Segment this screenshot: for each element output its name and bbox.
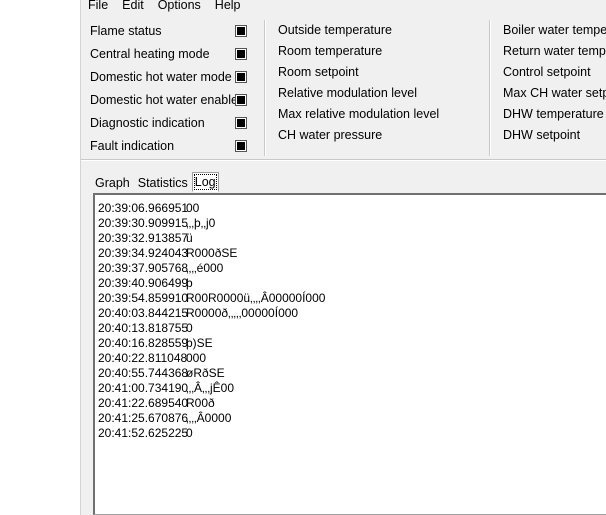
log-message: 0 xyxy=(186,321,193,335)
log-entry: 20:41:00.734190‚‚‚Â‚‚‚jÊ00 xyxy=(98,381,325,396)
tab-statistics-label: Statistics xyxy=(137,176,188,190)
menu-bar: File Edit Options Help xyxy=(81,0,248,13)
return-water-temperature-label: Return water temperature xyxy=(503,44,606,58)
control-setpoint-label: Control setpoint xyxy=(503,65,591,79)
log-timestamp: 20:39:30.909915 xyxy=(98,216,189,230)
fault-indicator xyxy=(235,140,247,152)
menu-help[interactable]: Help xyxy=(208,0,248,13)
log-message: R000ðSE xyxy=(186,246,238,260)
log-timestamp: 20:39:37.905768 xyxy=(98,261,189,275)
log-entry: 20:40:03.844215R0000ð‚‚‚‚‚00000Í000 xyxy=(98,306,325,321)
log-timestamp: 20:39:34.924043 xyxy=(98,246,189,260)
log-message: R0000ð‚‚‚‚‚00000Í000 xyxy=(186,306,299,320)
log-message: ‚‚‚‚é000 xyxy=(186,261,224,275)
flame-status-indicator xyxy=(235,25,247,37)
log-timestamp: 20:39:06.966951 xyxy=(98,201,189,215)
dhw-mode-indicator xyxy=(235,71,247,83)
log-timestamp: 20:39:54.859910 xyxy=(98,291,189,305)
log-message: øRðSE xyxy=(186,366,225,380)
log-entry: 20:39:54.859910R00R0000ü‚‚‚‚Â00000Í000 xyxy=(98,291,325,306)
log-message: þ xyxy=(186,276,193,290)
tab-graph[interactable]: Graph xyxy=(91,173,134,192)
log-timestamp: 20:40:55.744368 xyxy=(98,366,189,380)
desktop-background xyxy=(0,0,80,515)
central-heating-indicator xyxy=(235,48,247,60)
flag-diagnostic-label: Diagnostic indication xyxy=(90,116,205,130)
dhw-enable-indicator xyxy=(235,94,247,106)
tab-statistics[interactable]: Statistics xyxy=(134,173,192,192)
diagnostic-indicator xyxy=(235,117,247,129)
log-entry: 20:39:37.905768‚‚‚‚é000 xyxy=(98,261,325,276)
log-entry: 20:41:25.670876‚‚‚‚Â0000 xyxy=(98,411,325,426)
log-entry: 20:39:06.96695100 xyxy=(98,201,325,216)
log-timestamp: 20:41:52.625225 xyxy=(98,426,189,440)
tab-log-label: Log xyxy=(193,174,217,190)
log-message: ü xyxy=(186,231,193,245)
log-entry: 20:41:22.689540R00ð xyxy=(98,396,325,411)
flag-central-heating-label: Central heating mode xyxy=(90,47,210,61)
flag-flame-status-label: Flame status xyxy=(90,24,162,38)
log-entry: 20:39:34.924043R000ðSE xyxy=(98,246,325,261)
flag-dhw-mode-label: Domestic hot water mode xyxy=(90,70,232,84)
log-message: ‚‚‚Â‚‚‚jÊ00 xyxy=(186,381,235,395)
log-message: ‚‚‚‚Â0000 xyxy=(186,411,232,425)
tab-log[interactable]: Log xyxy=(191,172,219,192)
log-message: 0 xyxy=(186,426,193,440)
log-entry: 20:39:32.913857ü xyxy=(98,231,325,246)
readings-panel-1: Outside temperature Room temperature Roo… xyxy=(278,16,488,160)
tab-graph-label: Graph xyxy=(95,176,130,190)
menu-file[interactable]: File xyxy=(81,0,115,13)
relative-modulation-label: Relative modulation level xyxy=(278,86,417,100)
dhw-setpoint-label: DHW setpoint xyxy=(503,128,581,142)
log-message: 000 xyxy=(186,351,207,365)
log-entry: 20:40:22.811048000 xyxy=(98,351,325,366)
status-area: Flame status Central heating mode Domest… xyxy=(81,16,606,160)
flag-dhw-enable-label: Domestic hot water enable xyxy=(90,93,238,107)
menu-edit[interactable]: Edit xyxy=(115,0,151,13)
log-timestamp: 20:40:16.828559 xyxy=(98,336,189,350)
horizontal-separator xyxy=(81,159,606,161)
ch-water-pressure-label: CH water pressure xyxy=(278,128,383,142)
log-entry: 20:41:52.6252250 xyxy=(98,426,325,441)
flag-fault-label: Fault indication xyxy=(90,139,175,153)
readings-panel-2: Boiler water temperature Return water te… xyxy=(503,16,606,160)
log-timestamp: 20:40:03.844215 xyxy=(98,306,189,320)
status-flags-panel: Flame status Central heating mode Domest… xyxy=(81,16,261,160)
room-setpoint-label: Room setpoint xyxy=(278,65,359,79)
log-entry: 20:40:55.744368øRðSE xyxy=(98,366,325,381)
outside-temperature-label: Outside temperature xyxy=(278,23,392,37)
log-timestamp: 20:41:00.734190 xyxy=(98,381,189,395)
boiler-water-temperature-label: Boiler water temperature xyxy=(503,23,606,37)
log-entry: 20:39:40.906499þ xyxy=(98,276,325,291)
log-list: 20:39:06.96695100 20:39:30.909915‚‚‚þ‚‚j0… xyxy=(98,201,325,441)
log-message: R00R0000ü‚‚‚‚Â00000Í000 xyxy=(186,291,326,305)
log-entry: 20:40:16.828559þ)SE xyxy=(98,336,325,351)
log-message: R00ð xyxy=(186,396,215,410)
log-view[interactable]: 20:39:06.96695100 20:39:30.909915‚‚‚þ‚‚j0… xyxy=(93,193,606,515)
dhw-temperature-label: DHW temperature xyxy=(503,107,604,121)
column-separator xyxy=(489,20,491,156)
log-entry: 20:39:30.909915‚‚‚þ‚‚j0 xyxy=(98,216,325,231)
log-message: ‚‚‚þ‚‚j0 xyxy=(186,216,216,230)
column-separator xyxy=(264,20,266,156)
log-timestamp: 20:41:22.689540 xyxy=(98,396,189,410)
log-timestamp: 20:39:32.913857 xyxy=(98,231,189,245)
log-message: 00 xyxy=(186,201,200,215)
log-timestamp: 20:40:22.811048 xyxy=(98,351,188,365)
log-entry: 20:40:13.8187550 xyxy=(98,321,325,336)
log-timestamp: 20:41:25.670876 xyxy=(98,411,189,425)
app-window: File Edit Options Help Flame status Cent… xyxy=(80,0,606,515)
room-temperature-label: Room temperature xyxy=(278,44,383,58)
max-relative-modulation-label: Max relative modulation level xyxy=(278,107,440,121)
log-timestamp: 20:39:40.906499 xyxy=(98,276,189,290)
log-timestamp: 20:40:13.818755 xyxy=(98,321,189,335)
log-message: þ)SE xyxy=(186,336,213,350)
tab-bar: Graph Statistics Log xyxy=(91,172,219,192)
max-ch-water-setpoint-label: Max CH water setpoint xyxy=(503,86,606,100)
menu-options[interactable]: Options xyxy=(151,0,208,13)
